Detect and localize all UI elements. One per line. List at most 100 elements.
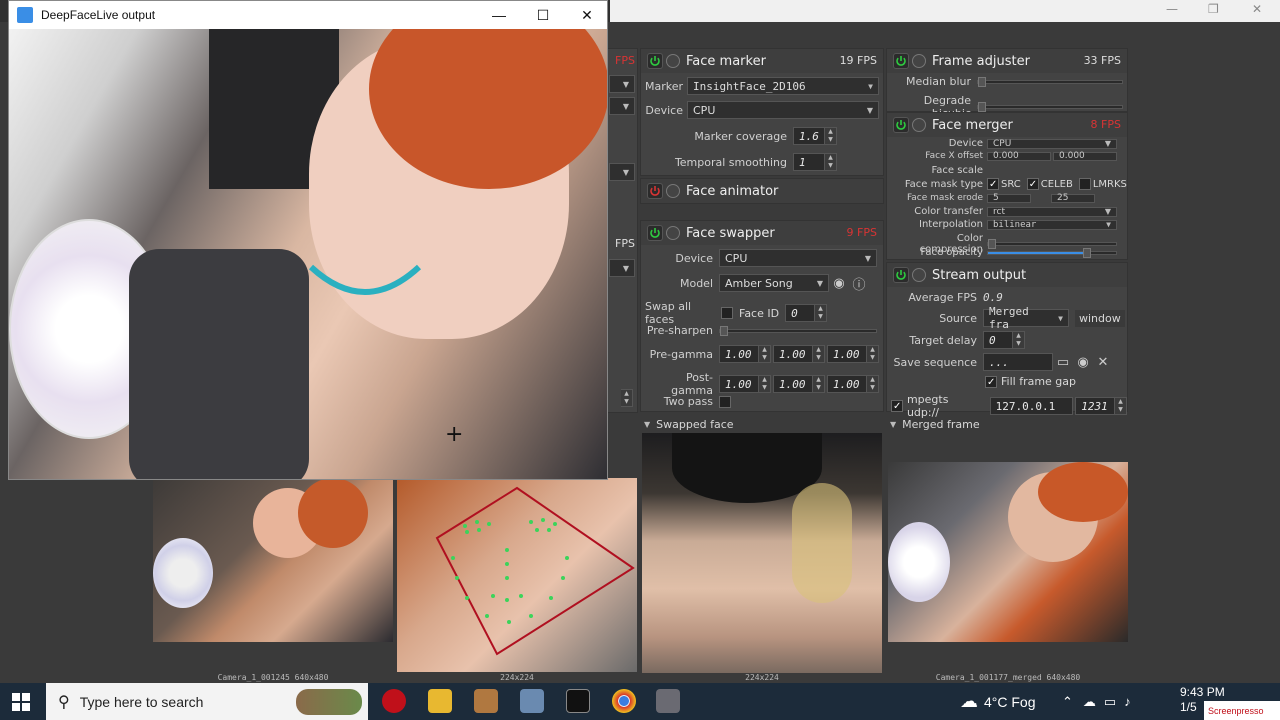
swapper-device-select[interactable]: CPU ▼ <box>719 249 877 267</box>
info-icon[interactable]: ⓘ <box>849 274 869 293</box>
pregamma-b-input[interactable]: 1.00 <box>827 345 867 363</box>
merged-frame-header[interactable]: ▼ Merged frame <box>890 416 1128 432</box>
fill-frame-gap-checkbox[interactable] <box>985 375 997 388</box>
mask-lmrks-checkbox[interactable] <box>1078 178 1091 190</box>
windows-start-icon[interactable] <box>12 693 30 711</box>
app-icon-2[interactable] <box>520 689 544 713</box>
app-icon-1[interactable] <box>474 689 498 713</box>
postgamma-g-input[interactable]: 1.00 <box>773 375 813 393</box>
face-swapper-reset-icon[interactable] <box>666 226 680 240</box>
swap-all-faces-checkbox[interactable] <box>721 307 733 319</box>
save-sequence-label: Save sequence <box>893 355 977 369</box>
collapse-icon: ▼ <box>890 419 897 429</box>
left-combo-1[interactable]: ▼ <box>609 75 635 93</box>
left-spin[interactable]: ▲ ▼ <box>621 389 633 407</box>
mask-celeb-checkbox[interactable] <box>1026 178 1039 190</box>
volume-icon[interactable]: ♪ <box>1124 694 1131 709</box>
left-combo-3[interactable]: ▼ <box>609 163 635 181</box>
postgamma-b-spin[interactable]: ▲ ▼ <box>867 375 879 393</box>
folder-icon[interactable]: ▭ <box>1053 353 1073 371</box>
color-transfer-select[interactable]: rct ▼ <box>987 206 1117 217</box>
marker-coverage-spin[interactable]: ▲ ▼ <box>825 127 837 145</box>
mask-blur-input[interactable]: 25 <box>1051 193 1095 203</box>
temporal-smoothing-input[interactable]: 1 <box>793 153 825 171</box>
mpegts-checkbox[interactable] <box>891 400 903 412</box>
face-animator-reset-icon[interactable] <box>666 184 680 198</box>
mpegts-port-spin[interactable]: ▲ ▼ <box>1115 397 1127 415</box>
median-blur-slider[interactable] <box>977 76 1123 87</box>
mpegts-port-input[interactable]: 1231 <box>1075 397 1116 415</box>
swapped-face-header[interactable]: ▼ Swapped face <box>644 416 884 432</box>
face-marker-power-icon[interactable] <box>647 53 663 69</box>
postgamma-r-spin[interactable]: ▲ ▼ <box>759 375 771 393</box>
pregamma-r-spin[interactable]: ▲ ▼ <box>759 345 771 363</box>
marker-device-select[interactable]: CPU ▼ <box>687 101 879 119</box>
save-sequence-path[interactable]: ... <box>983 353 1053 371</box>
postgamma-g-spin[interactable]: ▲ ▼ <box>813 375 825 393</box>
temporal-smoothing-spin[interactable]: ▲ ▼ <box>825 153 837 171</box>
face-opacity-slider[interactable] <box>987 247 1117 258</box>
postgamma-b-input[interactable]: 1.00 <box>827 375 867 393</box>
system-tray[interactable]: ⌃ ☁ ▭ ♪ <box>1062 683 1139 720</box>
stream-output-power-icon[interactable] <box>893 267 909 283</box>
two-pass-checkbox[interactable] <box>719 395 731 408</box>
source-select[interactable]: Merged fra ▼ <box>983 305 1069 331</box>
presharpen-slider[interactable] <box>719 325 877 336</box>
frame-adjuster-reset-icon[interactable] <box>912 54 926 68</box>
face-id-spin[interactable]: ▲ ▼ <box>815 304 828 322</box>
eye-icon[interactable]: ◉ <box>1073 353 1093 371</box>
pregamma-r-input[interactable]: 1.00 <box>719 345 759 363</box>
face-swapper-power-icon[interactable] <box>647 225 663 241</box>
detector-fps: FPS <box>615 237 635 250</box>
mask-erode-input[interactable]: 5 <box>987 193 1031 203</box>
app-minimize-button[interactable]: — <box>1166 2 1178 16</box>
swapped-face-image <box>642 433 882 673</box>
close-button[interactable]: ✕ <box>565 1 609 29</box>
close-icon[interactable]: ✕ <box>1093 353 1113 371</box>
output-window-titlebar[interactable]: DeepFaceLive output — ☐ ✕ <box>9 1 607 29</box>
face-id-input[interactable]: 0 <box>785 304 816 322</box>
marker-coverage-input[interactable]: 1.6 <box>793 127 825 145</box>
terminal-icon[interactable] <box>566 689 590 713</box>
marker-select[interactable]: InsightFace_2D106 ▼ <box>687 77 879 95</box>
pregamma-g-input[interactable]: 1.00 <box>773 345 813 363</box>
maximize-button[interactable]: ☐ <box>521 1 565 29</box>
file-explorer-icon[interactable] <box>428 689 452 713</box>
eye-icon[interactable]: ◉ <box>829 274 849 292</box>
color-compression-slider[interactable] <box>987 239 1117 249</box>
cloud-tray-icon[interactable]: ☁ <box>1083 694 1096 710</box>
target-delay-input[interactable]: 0 <box>983 331 1013 349</box>
degrade-bicubic-slider[interactable] <box>977 102 1123 112</box>
face-animator-power-icon[interactable] <box>647 183 663 199</box>
interpolation-select[interactable]: bilinear ▼ <box>987 219 1117 230</box>
left-combo-2[interactable]: ▼ <box>609 97 635 115</box>
deepfacelive-taskbar-icon[interactable] <box>656 689 680 713</box>
face-merger-reset-icon[interactable] <box>912 118 926 132</box>
face-merger-power-icon[interactable] <box>893 117 909 133</box>
chrome-icon[interactable] <box>612 689 636 713</box>
merger-device-select[interactable]: CPU ▼ <box>987 138 1117 149</box>
face-y-offset-input[interactable]: 0.000 <box>1053 151 1117 161</box>
pregamma-g-spin[interactable]: ▲ ▼ <box>813 345 825 363</box>
app-close-button[interactable]: ✕ <box>1252 2 1262 16</box>
stream-output-reset-icon[interactable] <box>912 268 926 282</box>
mpegts-host-input[interactable]: 127.0.0.1 <box>989 397 1074 415</box>
mask-src-checkbox[interactable] <box>987 178 999 190</box>
opera-icon[interactable] <box>382 689 406 713</box>
median-blur-label: Median blur <box>905 75 971 88</box>
postgamma-r-input[interactable]: 1.00 <box>719 375 759 393</box>
network-icon[interactable]: ▭ <box>1104 694 1116 710</box>
face-x-offset-input[interactable]: 0.000 <box>987 151 1051 161</box>
face-marker-reset-icon[interactable] <box>666 54 680 68</box>
model-select[interactable]: Amber Song ▼ <box>719 274 829 292</box>
app-restore-button[interactable]: ❐ <box>1208 2 1219 16</box>
search-bar[interactable]: ⚲ Type here to search <box>46 683 368 720</box>
chevron-up-icon[interactable]: ⌃ <box>1062 694 1073 710</box>
weather-widget[interactable]: ☁ 4°C Fog <box>960 683 1036 720</box>
left-combo-4[interactable]: ▼ <box>609 259 635 277</box>
target-delay-spin[interactable]: ▲ ▼ <box>1013 331 1025 349</box>
minimize-button[interactable]: — <box>477 1 521 29</box>
pregamma-b-spin[interactable]: ▲ ▼ <box>867 345 879 363</box>
frame-adjuster-power-icon[interactable] <box>893 53 909 69</box>
window-button[interactable]: window <box>1075 309 1125 327</box>
